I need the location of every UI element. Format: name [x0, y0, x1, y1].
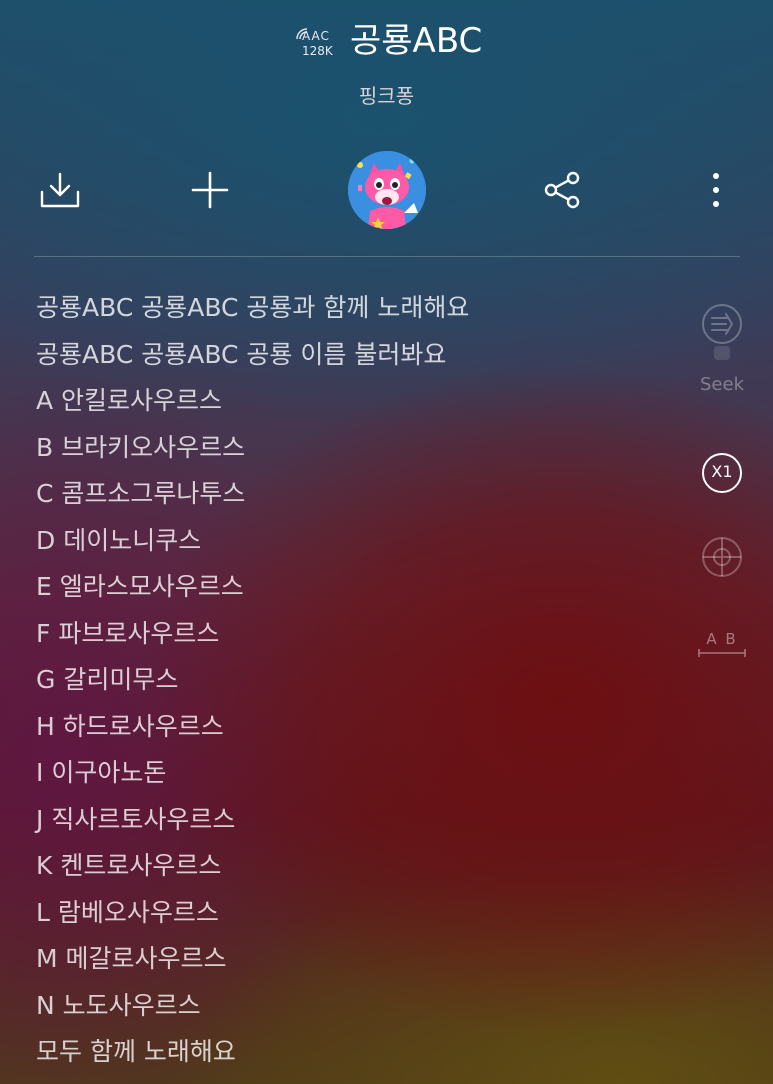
lyric-line: K 켄트로사우르스 [36, 851, 222, 880]
target-button[interactable] [690, 535, 754, 579]
ab-repeat-bar-icon [698, 649, 746, 657]
codec-badge: AAC 128K [296, 26, 340, 62]
lyric-line: I 이구아노돈 [36, 758, 167, 787]
download-button[interactable] [30, 150, 90, 230]
playback-speed-button[interactable]: X1 [690, 451, 754, 495]
seek-label: Seek [700, 374, 744, 395]
lyric-line: E 엘라스모사우르스 [36, 572, 244, 601]
lyric-line: J 직사르토사우르스 [36, 804, 236, 834]
lyric-line: D 데이노니쿠스 [36, 525, 202, 555]
seek-icon [702, 304, 742, 360]
more-icon [713, 173, 719, 207]
lyric-line: 모두 함께 노래해요 [36, 1037, 236, 1066]
share-button[interactable] [532, 150, 592, 230]
codec-format: AAC [302, 29, 330, 43]
speed-label: X1 [711, 462, 733, 481]
lyric-line: 공룡ABC 공룡ABC 공룡 이름 불러봐요 [36, 339, 447, 369]
lyric-line: L 람베오사우르스 [36, 897, 219, 927]
ab-repeat-label: A B [706, 630, 738, 648]
pinkfong-album-art-icon [348, 151, 426, 229]
seek-button[interactable]: Seek [690, 302, 754, 395]
add-icon [191, 171, 229, 209]
lyric-line: M 메갈로사우르스 [36, 944, 227, 973]
download-icon [40, 172, 80, 208]
lyric-line: 공룡ABC 공룡ABC 공룡과 함께 노래해요 [36, 293, 470, 322]
header-divider [34, 256, 740, 257]
album-art[interactable] [348, 151, 426, 229]
add-to-playlist-button[interactable] [180, 150, 240, 230]
lyric-line: A 안킬로사우르스 [36, 386, 223, 415]
lyric-line: H 하드로사우르스 [36, 711, 224, 741]
lyric-line: N 노도사우르스 [36, 990, 201, 1020]
ab-repeat-button[interactable]: A B [690, 630, 754, 658]
lyric-line: G 갈리미무스 [36, 665, 179, 694]
share-icon [544, 171, 580, 209]
song-title: 공룡ABC [350, 21, 483, 61]
lyric-line: F 파브로사우르스 [36, 618, 220, 648]
lyrics-list[interactable]: 공룡ABC 공룡ABC 공룡과 함께 노래해요 공룡ABC 공룡ABC 공룡 이… [36, 285, 676, 1076]
player-header: AAC 128K 공룡ABC 핑크퐁 [0, 0, 773, 120]
lyric-line: B 브라키오사우르스 [36, 432, 246, 462]
artist-name[interactable]: 핑크퐁 [0, 80, 773, 109]
lyric-line: C 콤프소그루나투스 [36, 479, 246, 508]
crosshair-icon [702, 537, 742, 577]
codec-bitrate: 128K [302, 44, 333, 58]
more-options-button[interactable] [686, 150, 746, 230]
